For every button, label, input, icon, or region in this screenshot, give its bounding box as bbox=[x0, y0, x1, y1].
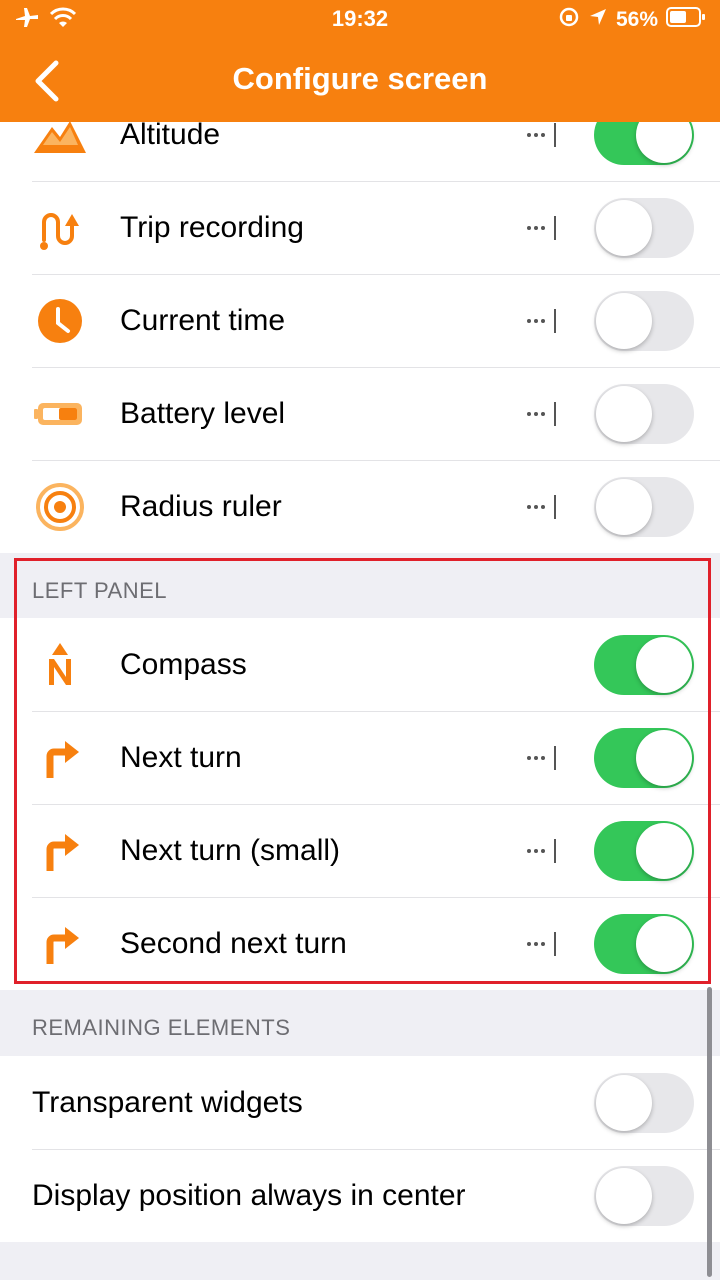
list-item-second-next-turn[interactable]: Second next turn bbox=[0, 897, 720, 990]
remaining-elements-group: Transparent widgets Display position alw… bbox=[0, 1056, 720, 1242]
toggle-switch[interactable] bbox=[594, 197, 694, 258]
list-item-next-turn-small[interactable]: Next turn (small) bbox=[0, 804, 720, 897]
list-item-label: Radius ruler bbox=[120, 489, 282, 523]
toggle-switch[interactable] bbox=[594, 913, 694, 974]
toggle-switch[interactable] bbox=[594, 122, 694, 165]
list-item-label: Next turn bbox=[120, 740, 242, 774]
more-options-icon[interactable] bbox=[520, 122, 560, 150]
toggle-switch[interactable] bbox=[594, 290, 694, 351]
section-header-remaining-elements: REMAINING ELEMENTS bbox=[32, 1015, 291, 1040]
clock-icon bbox=[32, 293, 88, 349]
list-item-display-position-center[interactable]: Display position always in center bbox=[0, 1149, 720, 1242]
trip-recording-icon bbox=[32, 200, 88, 256]
toggle-switch[interactable] bbox=[594, 1072, 694, 1133]
list-item-label: Battery level bbox=[120, 396, 286, 430]
list-item-altitude[interactable]: Altitude bbox=[0, 122, 720, 181]
more-options-icon[interactable] bbox=[520, 492, 560, 522]
list-item-current-time[interactable]: Current time bbox=[0, 274, 720, 367]
list-item-label: Display position always in center bbox=[32, 1178, 466, 1212]
navigation-bar: Configure screen bbox=[0, 40, 720, 122]
list-item-next-turn[interactable]: Next turn bbox=[0, 711, 720, 804]
more-options-icon[interactable] bbox=[520, 743, 560, 773]
battery-icon bbox=[666, 6, 706, 34]
status-bar: 19:32 56% bbox=[0, 0, 720, 40]
section-header-left-panel: LEFT PANEL bbox=[32, 578, 168, 603]
toggle-switch[interactable] bbox=[594, 1165, 694, 1226]
toggle-switch[interactable] bbox=[594, 383, 694, 444]
more-options-icon[interactable] bbox=[520, 836, 560, 866]
more-options-icon[interactable] bbox=[520, 399, 560, 429]
list-item-trip-recording[interactable]: Trip recording bbox=[0, 181, 720, 274]
battery-icon bbox=[32, 386, 88, 442]
more-options-icon[interactable] bbox=[520, 213, 560, 243]
more-options-icon[interactable] bbox=[520, 306, 560, 336]
orientation-lock-icon bbox=[558, 6, 580, 34]
toggle-switch[interactable] bbox=[594, 727, 694, 788]
toggle-switch[interactable] bbox=[594, 820, 694, 881]
scrollbar[interactable] bbox=[707, 987, 712, 1277]
list-item-battery-level[interactable]: Battery level bbox=[0, 367, 720, 460]
list-item-label: Transparent widgets bbox=[32, 1085, 303, 1119]
list-item-label: Compass bbox=[120, 647, 247, 681]
settings-list: Altitude Trip recording Current time Bat… bbox=[0, 122, 720, 1280]
turn-right-icon bbox=[32, 730, 88, 786]
map-widgets-group: Altitude Trip recording Current time Bat… bbox=[0, 122, 720, 553]
list-item-label: Trip recording bbox=[120, 210, 304, 244]
list-item-label: Next turn (small) bbox=[120, 833, 341, 867]
compass-icon bbox=[32, 637, 88, 693]
altitude-icon bbox=[32, 122, 88, 163]
list-item-label: Altitude bbox=[120, 122, 221, 151]
list-item-compass[interactable]: Compass bbox=[0, 618, 720, 711]
toggle-switch[interactable] bbox=[594, 476, 694, 537]
list-item-label: Second next turn bbox=[120, 926, 347, 960]
radius-ruler-icon bbox=[32, 479, 88, 535]
list-item-radius-ruler[interactable]: Radius ruler bbox=[0, 460, 720, 553]
turn-right-icon bbox=[32, 823, 88, 879]
location-arrow-icon bbox=[588, 7, 608, 33]
turn-right-icon bbox=[32, 916, 88, 972]
battery-percent: 56% bbox=[615, 8, 658, 31]
left-panel-group: Compass Next turn Next turn (small) Seco… bbox=[0, 618, 720, 990]
list-item-transparent-widgets[interactable]: Transparent widgets bbox=[0, 1056, 720, 1149]
more-options-icon[interactable] bbox=[520, 929, 560, 959]
page-title: Configure screen bbox=[232, 61, 488, 96]
toggle-switch[interactable] bbox=[594, 634, 694, 695]
list-item-label: Current time bbox=[120, 303, 286, 337]
